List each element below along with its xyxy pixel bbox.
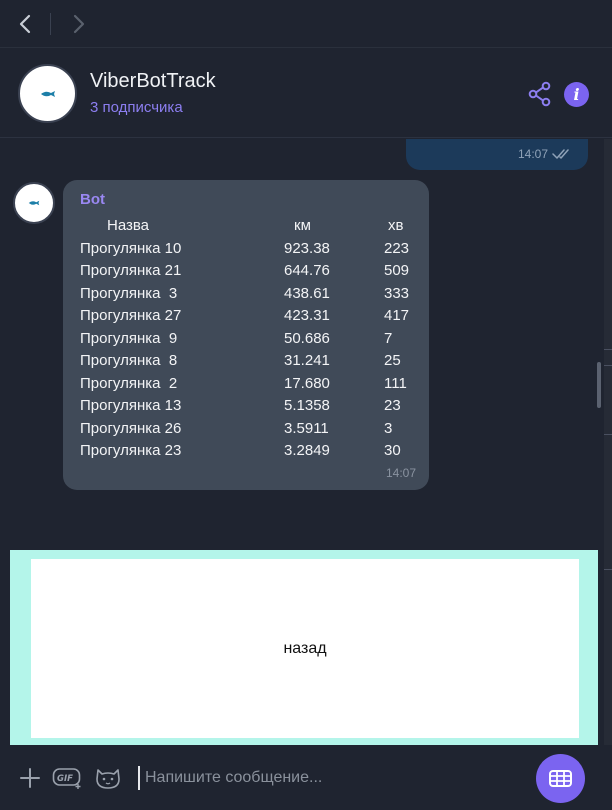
walk-km: 3.5911 bbox=[284, 419, 329, 437]
sender-name: Bot bbox=[80, 191, 105, 208]
info-icon[interactable]: i bbox=[564, 82, 589, 107]
plus-icon[interactable] bbox=[19, 767, 41, 789]
back-keyboard-button-label: назад bbox=[283, 639, 327, 657]
message-list: 14:07 Bot Назва км хв Прогулянка 10 923.… bbox=[0, 139, 612, 550]
message-composer: GIF bbox=[0, 745, 612, 810]
walk-km: 923.38 bbox=[284, 239, 330, 257]
keyboard-toggle-button[interactable] bbox=[536, 754, 585, 803]
side-panel-edge bbox=[604, 139, 612, 810]
table-row: Прогулянка 8 31.241 25 bbox=[80, 352, 420, 375]
walk-min: 333 bbox=[384, 284, 410, 302]
walk-min: 30 bbox=[384, 442, 401, 459]
walk-name: Прогулянка 10 bbox=[80, 239, 182, 257]
back-icon[interactable] bbox=[14, 12, 38, 36]
double-check-icon bbox=[552, 149, 569, 159]
table-row: Прогулянка 3 438.61 333 bbox=[80, 285, 420, 308]
chat-header: ViberBotTrack 3 подписчика i bbox=[0, 48, 612, 138]
fish-logo-icon bbox=[28, 200, 40, 206]
walk-km: 31.241 bbox=[284, 352, 330, 369]
table-row: Прогулянка 23 3.2849 30 bbox=[80, 442, 420, 465]
table-row: Прогулянка 26 3.5911 3 bbox=[80, 420, 420, 443]
table-row: Прогулянка 21 644.76 509 bbox=[80, 262, 420, 285]
walk-name: Прогулянка 27 bbox=[80, 307, 182, 324]
gif-icon[interactable]: GIF bbox=[52, 767, 84, 789]
avatar[interactable] bbox=[18, 64, 77, 123]
back-keyboard-button[interactable]: назад bbox=[31, 559, 579, 738]
walk-km: 438.61 bbox=[284, 284, 330, 302]
table-row: Прогулянка 27 423.31 417 bbox=[80, 307, 420, 330]
walk-min: 7 bbox=[384, 329, 393, 347]
fish-logo-icon bbox=[40, 90, 55, 97]
subscriber-count[interactable]: 3 подписчика bbox=[90, 99, 183, 116]
walk-min: 23 bbox=[384, 397, 401, 414]
table-header-row: Назва км хв bbox=[80, 217, 420, 240]
table-row: Прогулянка 13 5.1358 23 bbox=[80, 397, 420, 420]
table-row: Прогулянка 10 923.38 223 bbox=[80, 240, 420, 263]
walk-name: Прогулянка 2 bbox=[80, 374, 178, 392]
walk-name: Прогулянка 8 bbox=[80, 352, 178, 369]
keyboard-icon bbox=[549, 770, 572, 787]
nav-divider bbox=[50, 13, 51, 35]
walk-name: Прогулянка 21 bbox=[80, 262, 182, 279]
svg-text:GIF: GIF bbox=[57, 774, 73, 784]
table-row: Прогулянка 2 17.680 111 bbox=[80, 375, 420, 398]
walk-min: 509 bbox=[384, 262, 410, 279]
column-header-min: хв bbox=[388, 217, 404, 234]
message-input[interactable] bbox=[145, 765, 515, 791]
incoming-message-bubble[interactable]: Bot Назва км хв Прогулянка 10 923.38 223… bbox=[63, 180, 429, 490]
walk-name: Прогулянка 23 bbox=[80, 442, 182, 459]
bot-keyboard: назад bbox=[10, 550, 598, 745]
walk-min: 417 bbox=[384, 307, 410, 324]
forward-icon[interactable] bbox=[66, 12, 90, 36]
column-header-name: Назва bbox=[107, 217, 150, 234]
walk-km: 17.680 bbox=[284, 374, 330, 392]
outgoing-message-bubble[interactable]: 14:07 bbox=[406, 139, 588, 170]
sticker-icon[interactable] bbox=[94, 765, 122, 791]
chat-title: ViberBotTrack bbox=[90, 70, 216, 92]
walk-min: 223 bbox=[384, 239, 410, 257]
table-row: Прогулянка 9 50.686 7 bbox=[80, 330, 420, 353]
walk-min: 25 bbox=[384, 352, 401, 369]
walk-name: Прогулянка 13 bbox=[80, 397, 182, 414]
text-caret bbox=[138, 766, 140, 790]
walk-km: 644.76 bbox=[284, 262, 330, 279]
column-header-km: км bbox=[294, 217, 311, 234]
chat-scrollbar[interactable] bbox=[597, 362, 601, 408]
walks-table: Назва км хв Прогулянка 10 923.38 223 Про… bbox=[80, 217, 420, 465]
bot-avatar[interactable] bbox=[13, 182, 55, 224]
walk-km: 50.686 bbox=[284, 329, 330, 347]
message-time: 14:07 bbox=[385, 466, 416, 480]
walk-km: 3.2849 bbox=[284, 442, 330, 459]
message-time: 14:07 bbox=[517, 147, 548, 161]
top-navigation-bar bbox=[0, 0, 612, 48]
walk-min: 111 bbox=[384, 374, 407, 392]
walk-min: 3 bbox=[384, 419, 393, 437]
walk-name: Прогулянка 26 bbox=[80, 419, 182, 437]
walk-km: 5.1358 bbox=[284, 397, 330, 414]
walk-name: Прогулянка 3 bbox=[80, 284, 178, 302]
share-icon[interactable] bbox=[527, 81, 553, 107]
walk-name: Прогулянка 9 bbox=[80, 329, 178, 347]
walk-km: 423.31 bbox=[284, 307, 330, 324]
